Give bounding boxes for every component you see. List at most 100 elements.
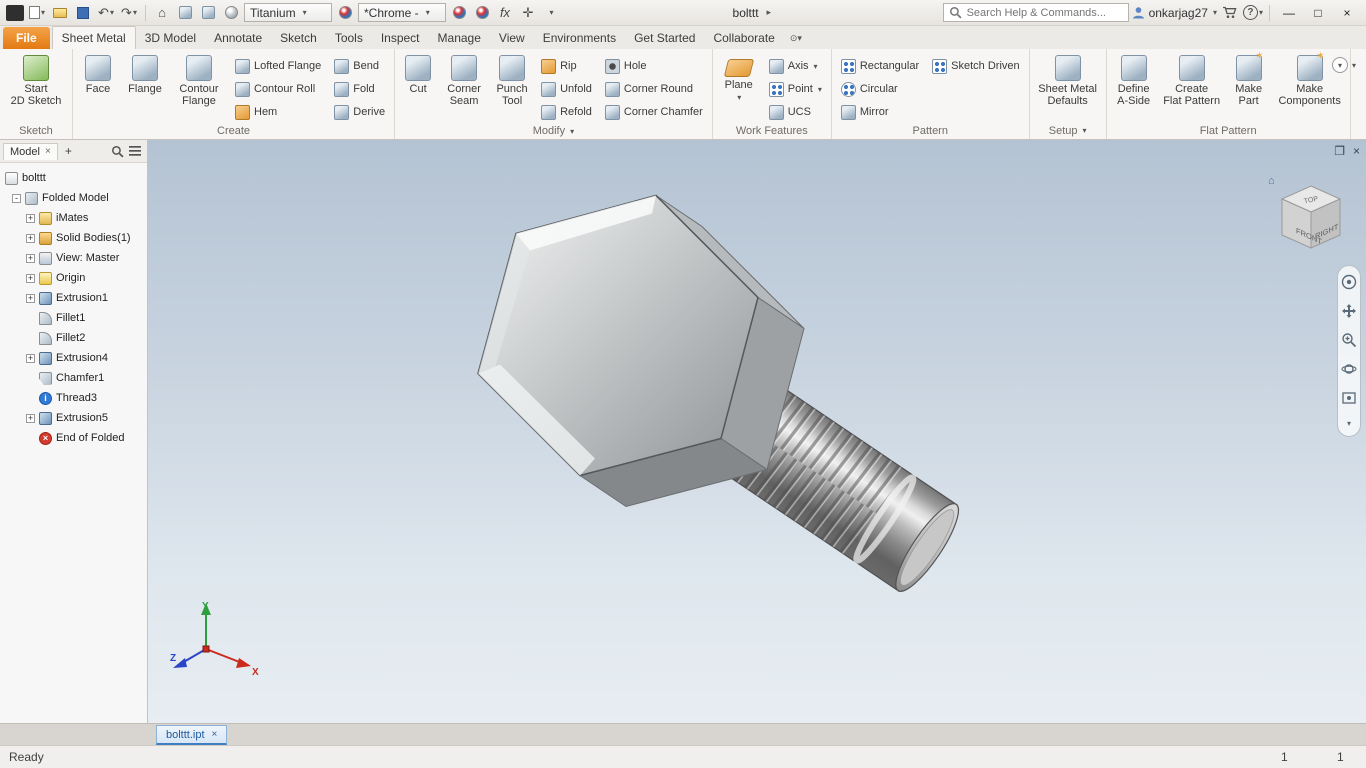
measure-button[interactable]: ✛ — [518, 3, 538, 23]
close-button[interactable]: × — [1334, 3, 1360, 23]
rip-button[interactable]: Rip — [537, 55, 596, 77]
material-select[interactable]: Titanium ▾ — [244, 3, 332, 22]
chevron-right-icon[interactable]: ▸ — [767, 7, 772, 18]
ucs-button[interactable]: UCS — [765, 101, 826, 123]
unfold-button[interactable]: Unfold — [537, 78, 596, 100]
define-a-side-button[interactable]: Define A-Side — [1112, 52, 1156, 107]
tree-item-imates[interactable]: iMates — [0, 208, 147, 228]
expand-expander-icon[interactable] — [26, 293, 35, 303]
tree-item-thread3[interactable]: Thread3 — [0, 388, 147, 408]
flange-button[interactable]: Flange — [123, 52, 167, 95]
document-tab-bolttt[interactable]: bolttt.ipt × — [156, 725, 228, 745]
face-button[interactable]: Face — [78, 52, 118, 95]
tree-item-folded-model[interactable]: Folded Model — [0, 188, 147, 208]
appearance-select[interactable]: *Chrome - ▾ — [358, 3, 446, 22]
viewcube-home-icon[interactable]: ⌂ — [1268, 175, 1275, 187]
panel-title-modify[interactable]: Modify ▾ — [400, 123, 707, 139]
bolt-head[interactable] — [477, 194, 805, 508]
punch-tool-button[interactable]: Punch Tool — [492, 52, 532, 107]
tab-inspect[interactable]: Inspect — [372, 27, 429, 49]
user-menu[interactable]: onkarjag27 ▾ — [1132, 6, 1217, 20]
expand-expander-icon[interactable] — [26, 273, 35, 283]
corner-chamfer-button[interactable]: Corner Chamfer — [601, 101, 707, 123]
restore-window-icon[interactable]: ❐ — [1334, 144, 1345, 158]
update-button[interactable] — [198, 3, 218, 23]
tree-item-extrusion1[interactable]: Extrusion1 — [0, 288, 147, 308]
search-input[interactable] — [966, 6, 1123, 19]
tab-3d-model[interactable]: 3D Model — [136, 27, 205, 49]
make-part-button[interactable]: MakePart — [1228, 51, 1270, 107]
tree-item-chamfer1[interactable]: Chamfer1 — [0, 368, 147, 388]
maximize-button[interactable]: □ — [1305, 3, 1331, 23]
save-button[interactable] — [73, 3, 93, 23]
derive-button[interactable]: Derive — [330, 101, 389, 123]
collapse-expander-icon[interactable] — [12, 193, 21, 203]
circular-pattern-button[interactable]: Circular — [837, 78, 923, 100]
tree-item-extrusion4[interactable]: Extrusion4 — [0, 348, 147, 368]
refold-button[interactable]: Refold — [537, 101, 596, 123]
open-button[interactable] — [50, 3, 70, 23]
ribbon-collapse-button[interactable]: ▾ ▾ — [1331, 57, 1356, 73]
hole-button[interactable]: Hole — [601, 55, 707, 77]
lofted-flange-button[interactable]: Lofted Flange — [231, 55, 325, 77]
plane-button[interactable]: Plane ▾ — [718, 52, 760, 104]
browser-search-button[interactable] — [111, 145, 124, 158]
point-button[interactable]: Point ▾ — [765, 78, 826, 100]
expand-expander-icon[interactable] — [26, 213, 35, 223]
tree-item-fillet1[interactable]: Fillet1 — [0, 308, 147, 328]
close-window-icon[interactable]: × — [1353, 144, 1360, 158]
orbit-icon[interactable] — [1341, 361, 1357, 377]
start-2d-sketch-button[interactable]: Start 2D Sketch — [5, 52, 67, 107]
navbar-more-icon[interactable]: ▾ — [1347, 419, 1351, 428]
expand-expander-icon[interactable] — [26, 353, 35, 363]
expand-expander-icon[interactable] — [26, 253, 35, 263]
full-navigation-wheel-icon[interactable] — [1341, 274, 1357, 290]
graphics-viewport[interactable]: ❐ × ⌂ TOP FRONT RIGHT ▾ Y X Z — [148, 140, 1366, 723]
tab-view[interactable]: View — [490, 27, 534, 49]
app-logo-icon[interactable] — [6, 4, 24, 21]
cut-button[interactable]: Cut — [400, 52, 436, 95]
pan-hand-icon[interactable] — [1341, 303, 1357, 319]
help-search[interactable] — [942, 3, 1129, 22]
close-icon[interactable]: × — [212, 729, 218, 740]
ribbon-display-options[interactable]: ⊙▾ — [790, 33, 802, 49]
expand-expander-icon[interactable] — [26, 413, 35, 423]
help-button[interactable]: ? ▾ — [1242, 3, 1263, 23]
home-view-button[interactable]: ⌂ — [152, 3, 172, 23]
create-flat-pattern-button[interactable]: Create Flat Pattern — [1161, 52, 1223, 107]
panel-title-setup[interactable]: Setup ▾ — [1035, 122, 1101, 139]
qat-customize-button[interactable]: ▾ — [541, 3, 561, 23]
color-wheel-icon[interactable] — [449, 3, 469, 23]
tree-item-origin[interactable]: Origin — [0, 268, 147, 288]
contour-flange-button[interactable]: Contour Flange — [172, 52, 226, 107]
tree-item-end-of-folded[interactable]: End of Folded — [0, 428, 147, 448]
browser-tab-model[interactable]: Model × — [3, 142, 58, 160]
look-at-icon[interactable] — [1341, 390, 1357, 406]
material-sphere-icon[interactable] — [221, 3, 241, 23]
tab-environments[interactable]: Environments — [534, 27, 625, 49]
expand-expander-icon[interactable] — [26, 233, 35, 243]
parameters-fx-button[interactable]: fx — [495, 3, 515, 23]
zoom-icon[interactable] — [1341, 332, 1357, 348]
bolt-3d-model[interactable] — [148, 140, 1366, 723]
tree-item-extrusion5[interactable]: Extrusion5 — [0, 408, 147, 428]
close-icon[interactable]: × — [45, 146, 51, 157]
tab-get-started[interactable]: Get Started — [625, 27, 704, 49]
fold-button[interactable]: Fold — [330, 78, 389, 100]
redo-button[interactable]: ↷ ▾ — [119, 3, 139, 23]
tab-manage[interactable]: Manage — [429, 27, 490, 49]
add-browser-tab-button[interactable]: + — [61, 144, 76, 158]
browser-menu-button[interactable] — [129, 146, 141, 156]
tab-tools[interactable]: Tools — [326, 27, 372, 49]
adjust-ball-icon[interactable] — [472, 3, 492, 23]
tab-file[interactable]: File — [3, 27, 50, 49]
cart-button[interactable] — [1220, 3, 1240, 23]
tab-collaborate[interactable]: Collaborate — [704, 27, 783, 49]
corner-seam-button[interactable]: Corner Seam — [441, 52, 487, 107]
appearance-sphere-icon[interactable] — [335, 3, 355, 23]
tab-sketch[interactable]: Sketch — [271, 27, 326, 49]
tree-item-root[interactable]: bolttt — [0, 168, 147, 188]
bend-button[interactable]: Bend — [330, 55, 389, 77]
minimize-button[interactable]: — — [1276, 3, 1302, 23]
sketch-driven-pattern-button[interactable]: Sketch Driven — [928, 55, 1023, 77]
